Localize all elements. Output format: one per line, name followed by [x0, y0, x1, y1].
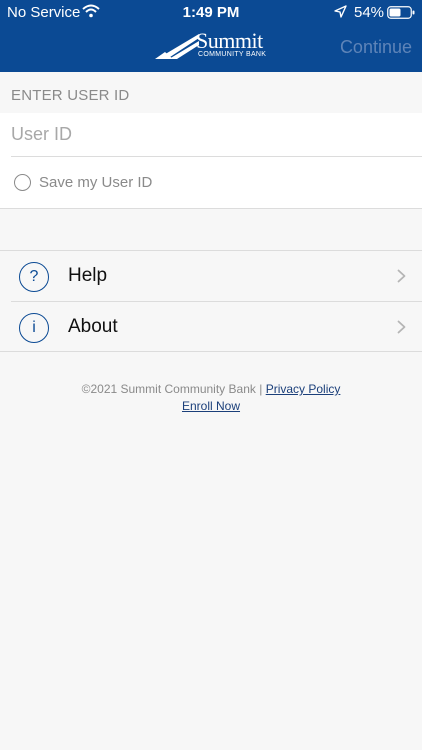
- chevron-right-icon: [397, 320, 406, 334]
- save-user-id-label: Save my User ID: [39, 174, 153, 191]
- menu-item-about[interactable]: i About: [0, 302, 422, 352]
- menu-item-about-label: About: [68, 316, 118, 337]
- chevron-right-icon: [397, 269, 406, 283]
- footer: ©2021 Summit Community Bank | Privacy Po…: [0, 381, 422, 415]
- enroll-line: Enroll Now: [0, 398, 422, 415]
- app-header: No Service 1:49 PM 54% Summit COMMUNITY …: [0, 0, 422, 72]
- info-menu: ? Help i About: [0, 250, 422, 352]
- continue-button[interactable]: Continue: [340, 37, 412, 58]
- login-form: Save my User ID: [0, 113, 422, 209]
- menu-item-help-label: Help: [68, 265, 108, 286]
- location-arrow-icon: [334, 5, 347, 18]
- user-id-input[interactable]: [11, 113, 422, 157]
- menu-item-help[interactable]: ? Help: [0, 251, 422, 301]
- battery-icon: [387, 6, 415, 19]
- enter-user-id-heading: ENTER USER ID: [11, 87, 130, 104]
- question-icon: ?: [19, 262, 49, 292]
- footer-line: ©2021 Summit Community Bank | Privacy Po…: [0, 381, 422, 398]
- status-bar: No Service 1:49 PM 54%: [0, 0, 422, 24]
- logo-subtitle: COMMUNITY BANK: [198, 51, 267, 58]
- privacy-policy-link[interactable]: Privacy Policy: [266, 382, 341, 396]
- footer-separator: |: [259, 382, 263, 396]
- enroll-now-link[interactable]: Enroll Now: [182, 399, 240, 413]
- save-user-id-radio[interactable]: [14, 174, 31, 191]
- mountain-logo-icon: [155, 34, 199, 59]
- battery-percent: 54%: [354, 4, 385, 21]
- info-icon: i: [19, 313, 49, 343]
- summit-logo: Summit COMMUNITY BANK: [155, 28, 270, 62]
- copyright-text: ©2021 Summit Community Bank: [81, 382, 256, 396]
